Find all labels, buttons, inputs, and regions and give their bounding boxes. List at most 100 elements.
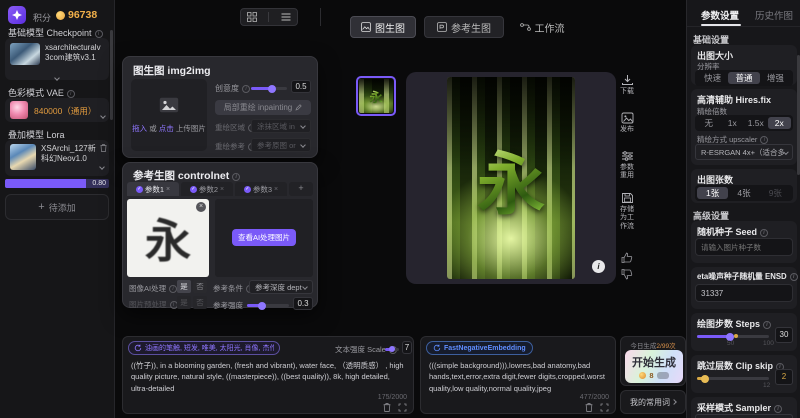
steps-value[interactable]: 30	[775, 327, 793, 343]
seed-input[interactable]	[695, 238, 793, 256]
checkpoint-card[interactable]: xsarchitecturalv3com建筑v3.1	[5, 38, 109, 80]
generated-image[interactable]: 永	[447, 77, 575, 279]
image-info-button[interactable]: i	[592, 260, 605, 273]
trash-icon[interactable]	[100, 144, 107, 152]
thumb-down-icon[interactable]	[621, 268, 633, 280]
scale-slider[interactable]	[385, 348, 399, 351]
tab-img2img-label: 图生图	[375, 20, 405, 35]
hires-scale-segmented[interactable]: 无 1x 1.5x 2x	[695, 115, 793, 131]
generate-button-label: 开始生成	[625, 354, 683, 370]
controlnet-tab-1[interactable]: ✓ 参数1 ×	[127, 182, 179, 196]
count-segmented[interactable]: 1张 4张 9张	[695, 185, 793, 201]
publish-button[interactable]: 发布	[614, 112, 640, 134]
upload-dropzone[interactable]: 拖入 或 点击 上传图片	[131, 79, 207, 151]
positive-prompt-input[interactable]: ((竹子)), in a blooming garden, (fresh and…	[129, 358, 407, 394]
reference-glyph: 永	[127, 205, 209, 271]
vae-thumbnail	[10, 101, 28, 119]
download-icon	[621, 74, 634, 86]
ensd-input[interactable]	[695, 284, 793, 302]
close-icon[interactable]: ×	[220, 186, 224, 193]
inpainting-label: 局部重绘 inpainting	[224, 102, 292, 113]
img2img-panel-title: 图生图 img2img	[133, 63, 211, 78]
reuse-params-button[interactable]: 参数重用	[614, 150, 640, 181]
upscaler-dropdown[interactable]: R-ESRGAN 4x+（适合多种风	[695, 144, 793, 160]
region-dropdown[interactable]: 涂抹区域 in	[251, 119, 311, 133]
refresh-icon	[433, 344, 441, 352]
scale-value[interactable]: 7	[402, 341, 412, 354]
checkpoint-name: xsarchitecturalv3com建筑v3.1	[45, 43, 105, 65]
close-icon[interactable]: ×	[166, 186, 170, 193]
app-window: 积分 96738 基础模型 Checkpointi xsarchitectura…	[0, 0, 800, 418]
favorites-card[interactable]: 我的常用词	[620, 390, 686, 414]
strength-slider[interactable]	[247, 304, 289, 307]
inpainting-button[interactable]: 局部重绘 inpainting	[215, 100, 311, 115]
negative-embedding-pill[interactable]: FastNegativeEmbedding	[426, 341, 533, 355]
lora-weight-slider[interactable]: 0.80	[5, 179, 109, 188]
preprocess-toggle[interactable]: 是 否	[177, 296, 207, 309]
app-logo[interactable]	[8, 6, 26, 24]
pen-icon	[295, 104, 302, 111]
controlnet-tab-3[interactable]: ✓ 参数3 ×	[235, 182, 287, 196]
result-thumbnail[interactable]: 永	[356, 76, 396, 116]
expand-icon[interactable]	[398, 403, 407, 412]
controlnet-reference-image[interactable]: 永 ×	[127, 199, 209, 277]
remove-image-button[interactable]: ×	[196, 202, 206, 212]
denoise-slider[interactable]	[251, 87, 287, 90]
vae-card[interactable]: 840000（通用）	[5, 98, 109, 122]
img2img-panel: 图生图 img2img 拖入 或 点击 上传图片 创意度i 0.5 局部重绘 i…	[122, 56, 318, 158]
strength-value[interactable]: 0.3	[293, 297, 313, 310]
trash-icon[interactable]	[383, 403, 391, 412]
info-icon: i	[67, 90, 75, 98]
steps-slider[interactable]	[697, 335, 769, 338]
thumb-up-icon[interactable]	[621, 252, 633, 264]
clip-tick-max: 12	[763, 382, 770, 389]
condition-dropdown[interactable]: 参考深度 dept	[249, 280, 313, 294]
negative-prompt-input[interactable]: (((simple background))),lowres,bad anato…	[427, 358, 611, 396]
positive-prompt-card: 油画的笔触, 短发, 唯美, 太阳光, 肖像, 杰作, 最佳质量 文本强度 Sc…	[122, 336, 414, 414]
add-lora-label: 待添加	[49, 201, 76, 214]
chevron-down-icon[interactable]	[100, 158, 104, 176]
expand-icon[interactable]	[600, 403, 609, 412]
sidebar-scrollbar[interactable]	[110, 30, 113, 120]
ensd-card: eta噪声种子随机量 ENSDi	[691, 267, 797, 309]
prompt-suggestion-pill[interactable]: 油画的笔触, 短发, 唯美, 太阳光, 肖像, 杰作, 最佳质量	[128, 341, 280, 355]
tab-history[interactable]: 历史作图	[755, 8, 793, 22]
reference-image-icon	[437, 22, 447, 32]
lora-card[interactable]: XSArchi_127新科幻Neov1.0	[5, 140, 109, 176]
generate-button[interactable]: 开始生成 8	[625, 350, 683, 383]
clip-skip-value[interactable]: 2	[775, 369, 793, 385]
resolution-segmented[interactable]: 快速 普通 增强	[695, 70, 793, 86]
tab-reference[interactable]: 参考生图	[424, 16, 504, 38]
chevron-down-icon	[300, 123, 306, 129]
image-icon	[361, 22, 371, 32]
chevron-down-icon[interactable]	[55, 69, 59, 87]
grid-view-icon[interactable]	[247, 12, 257, 22]
save-workflow-button[interactable]: 存储为工作流	[614, 192, 640, 231]
info-icon: i	[95, 30, 103, 38]
steps-tick-max: 100	[763, 340, 774, 347]
lora-thumbnail	[10, 144, 36, 170]
trash-icon[interactable]	[585, 403, 593, 412]
denoise-value[interactable]: 0.5	[291, 80, 311, 93]
close-icon[interactable]: ×	[274, 186, 278, 193]
chevron-down-icon[interactable]	[101, 107, 105, 125]
info-icon: i	[763, 321, 771, 329]
sampler-dropdown[interactable]: 选择合适的采样模式 (Eu	[695, 414, 793, 418]
cost-badge	[657, 372, 669, 379]
ai-process-label: 图像AI处理i	[129, 283, 177, 294]
controlnet-add-tab[interactable]: +	[289, 182, 313, 196]
view-ai-processed-button[interactable]: 查看AI处理图片	[232, 229, 296, 246]
lora-weight-value: 0.80	[92, 179, 106, 188]
tab-img2img[interactable]: 图生图	[350, 16, 416, 38]
redraw-ref-dropdown[interactable]: 参考原图 or	[251, 138, 311, 152]
add-lora-button[interactable]: + 待添加	[5, 194, 109, 220]
ai-process-toggle[interactable]: 是 否	[177, 280, 207, 293]
tab-parameter-settings[interactable]: 参数设置	[701, 8, 739, 22]
download-button[interactable]: 下载	[614, 74, 640, 96]
denoise-label: 创意度i	[215, 83, 250, 94]
clip-skip-slider[interactable]	[697, 377, 769, 380]
controlnet-tab-2[interactable]: ✓ 参数2 ×	[181, 182, 233, 196]
tab-workflow[interactable]: 工作流	[512, 16, 572, 38]
favorites-label: 我的常用词	[630, 397, 670, 408]
list-view-icon[interactable]	[281, 12, 291, 22]
